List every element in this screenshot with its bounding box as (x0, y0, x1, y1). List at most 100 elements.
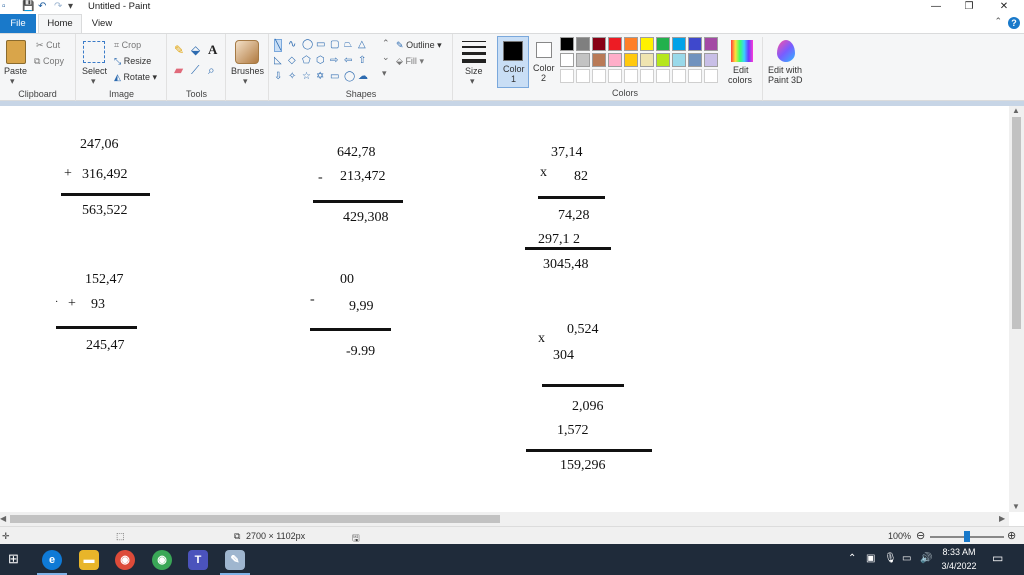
custom-color-slot[interactable] (592, 69, 606, 83)
custom-color-slot[interactable] (624, 69, 638, 83)
five-point-star-shape-icon[interactable]: ☆ (302, 71, 311, 82)
tab-view[interactable]: View (84, 14, 120, 33)
down-arrow-shape-icon[interactable]: ⇩ (274, 71, 282, 82)
crop-button[interactable]: ⌗ Crop (114, 40, 141, 51)
paste-icon[interactable] (6, 40, 26, 64)
palette-swatch[interactable] (656, 37, 670, 51)
scroll-down-icon[interactable]: ▼ (1012, 502, 1020, 511)
shapes-more-icon[interactable]: ▾ (382, 68, 387, 79)
redo-icon[interactable]: ↷ (54, 1, 62, 12)
palette-swatch[interactable] (624, 37, 638, 51)
pentagon-shape-icon[interactable]: ⬠ (302, 55, 311, 66)
teams-icon[interactable]: T (188, 550, 208, 570)
tab-file[interactable]: File (0, 14, 36, 33)
select-button[interactable]: Select (82, 66, 107, 76)
eraser-icon[interactable]: ▰ (174, 63, 183, 77)
palette-swatch[interactable] (640, 37, 654, 51)
chrome-canary-icon[interactable]: ◉ (152, 550, 172, 570)
edit-with-paint3d-button[interactable]: Edit with Paint 3D (762, 37, 808, 101)
paste-button[interactable]: Paste (4, 66, 27, 76)
palette-swatch[interactable] (656, 53, 670, 67)
oval-shape-icon[interactable]: ◯ (302, 39, 313, 50)
paste-dropdown-icon[interactable]: ▾ (10, 76, 15, 87)
palette-swatch[interactable] (592, 37, 606, 51)
pencil-icon[interactable]: ✎ (174, 43, 184, 57)
polygon-shape-icon[interactable]: ⏢ (344, 39, 352, 50)
fill-bucket-icon[interactable]: ⬙ (191, 43, 200, 57)
curve-shape-icon[interactable]: ∿ (288, 39, 296, 50)
scroll-up-icon[interactable]: ▲ (1012, 106, 1020, 115)
palette-swatch[interactable] (560, 37, 574, 51)
palette-swatch[interactable] (688, 53, 702, 67)
custom-color-slot[interactable] (640, 69, 654, 83)
chrome-icon[interactable]: ◉ (115, 550, 135, 570)
scroll-right-icon[interactable]: ▶ (999, 514, 1005, 523)
palette-swatch[interactable] (688, 37, 702, 51)
palette-swatch[interactable] (608, 53, 622, 67)
palette-swatch[interactable] (704, 37, 718, 51)
rotate-button[interactable]: ◭ Rotate ▾ (114, 72, 157, 83)
brushes-dropdown-icon[interactable]: ▾ (243, 76, 248, 87)
windows-start-icon[interactable]: ⊞ (8, 551, 19, 567)
copy-button[interactable]: ⧉ Copy (34, 56, 64, 67)
custom-color-slot[interactable] (656, 69, 670, 83)
volume-icon[interactable]: 🔊 (920, 553, 932, 564)
cut-button[interactable]: ✂ Cut (36, 40, 60, 51)
zoom-out-icon[interactable]: ⊖ (916, 529, 925, 542)
zoom-in-icon[interactable]: ⊕ (1007, 529, 1016, 542)
custom-color-slot[interactable] (560, 69, 574, 83)
diamond-shape-icon[interactable]: ◇ (288, 55, 296, 66)
triangle-shape-icon[interactable]: △ (358, 39, 366, 50)
resize-button[interactable]: ⤡ Resize (114, 56, 151, 67)
shapes-gallery[interactable]: ╲ ∿ ◯ ▭ ▢ ⏢ △ ◺ ◇ ⬠ ⬡ ⇨ ⇦ ⇧ ⇩ ✧ ☆ ✡ ▭ ◯ … (274, 38, 384, 86)
select-icon[interactable] (83, 41, 105, 63)
save-icon[interactable]: 💾 (22, 1, 34, 12)
minimize-button[interactable]: — (920, 0, 952, 14)
tab-home[interactable]: Home (38, 14, 82, 34)
edit-colors-button[interactable]: Edit colors (727, 37, 757, 87)
paint-taskbar-icon[interactable]: ✎ (225, 550, 245, 570)
close-button[interactable]: ✕ (988, 0, 1020, 14)
palette-swatch[interactable] (704, 53, 718, 67)
help-icon[interactable]: ? (1008, 17, 1020, 29)
show-hidden-icons[interactable]: ⌃ (848, 553, 856, 564)
palette-swatch[interactable] (576, 53, 590, 67)
palette-swatch[interactable] (640, 53, 654, 67)
palette-swatch[interactable] (624, 53, 638, 67)
collapse-ribbon-icon[interactable]: ⌃ (994, 16, 1002, 27)
right-triangle-shape-icon[interactable]: ◺ (274, 55, 282, 66)
file-explorer-icon[interactable]: ▬ (79, 550, 99, 570)
restore-button[interactable]: ❐ (953, 0, 985, 14)
size-dropdown-icon[interactable]: ▾ (470, 76, 475, 87)
drawing-canvas[interactable]: 247,06 + 316,492 563,522 642,78 - 213,47… (0, 106, 1009, 512)
line-shape-icon[interactable]: ╲ (274, 39, 283, 52)
left-arrow-shape-icon[interactable]: ⇦ (344, 55, 352, 66)
color-picker-icon[interactable]: ⟋ (191, 63, 199, 78)
notifications-icon[interactable]: ▭ (992, 551, 1003, 565)
color2-button[interactable]: Color 2 (530, 36, 558, 88)
up-arrow-shape-icon[interactable]: ⇧ (358, 55, 366, 66)
microphone-icon[interactable]: 🎙 (884, 553, 897, 564)
rect-callout-shape-icon[interactable]: ▭ (330, 71, 339, 82)
palette-swatch[interactable] (672, 37, 686, 51)
shapes-scroll-up-icon[interactable]: ⌃ (382, 38, 390, 49)
rectangle-shape-icon[interactable]: ▭ (316, 39, 325, 50)
palette-swatch[interactable] (608, 37, 622, 51)
rounded-rectangle-shape-icon[interactable]: ▢ (330, 39, 339, 50)
network-icon[interactable]: ▭ (902, 553, 911, 564)
hexagon-shape-icon[interactable]: ⬡ (316, 55, 325, 66)
horizontal-scroll-thumb[interactable] (10, 515, 500, 523)
undo-icon[interactable]: ↶ (38, 1, 46, 12)
text-tool-icon[interactable]: A (208, 42, 217, 58)
customize-quick-access-icon[interactable]: ▾ (68, 1, 73, 12)
six-point-star-shape-icon[interactable]: ✡ (316, 71, 324, 82)
palette-swatch[interactable] (560, 53, 574, 67)
clock-date[interactable]: 3/4/2022 (936, 561, 982, 571)
magnifier-icon[interactable]: ⌕ (208, 63, 215, 78)
color1-button[interactable]: Color 1 (497, 36, 529, 88)
outline-button[interactable]: ✎ Outline ▾ (396, 40, 442, 51)
right-arrow-shape-icon[interactable]: ⇨ (330, 55, 338, 66)
size-lines-icon[interactable] (462, 41, 486, 63)
vertical-scroll-thumb[interactable] (1012, 117, 1021, 329)
palette-swatch[interactable] (672, 53, 686, 67)
